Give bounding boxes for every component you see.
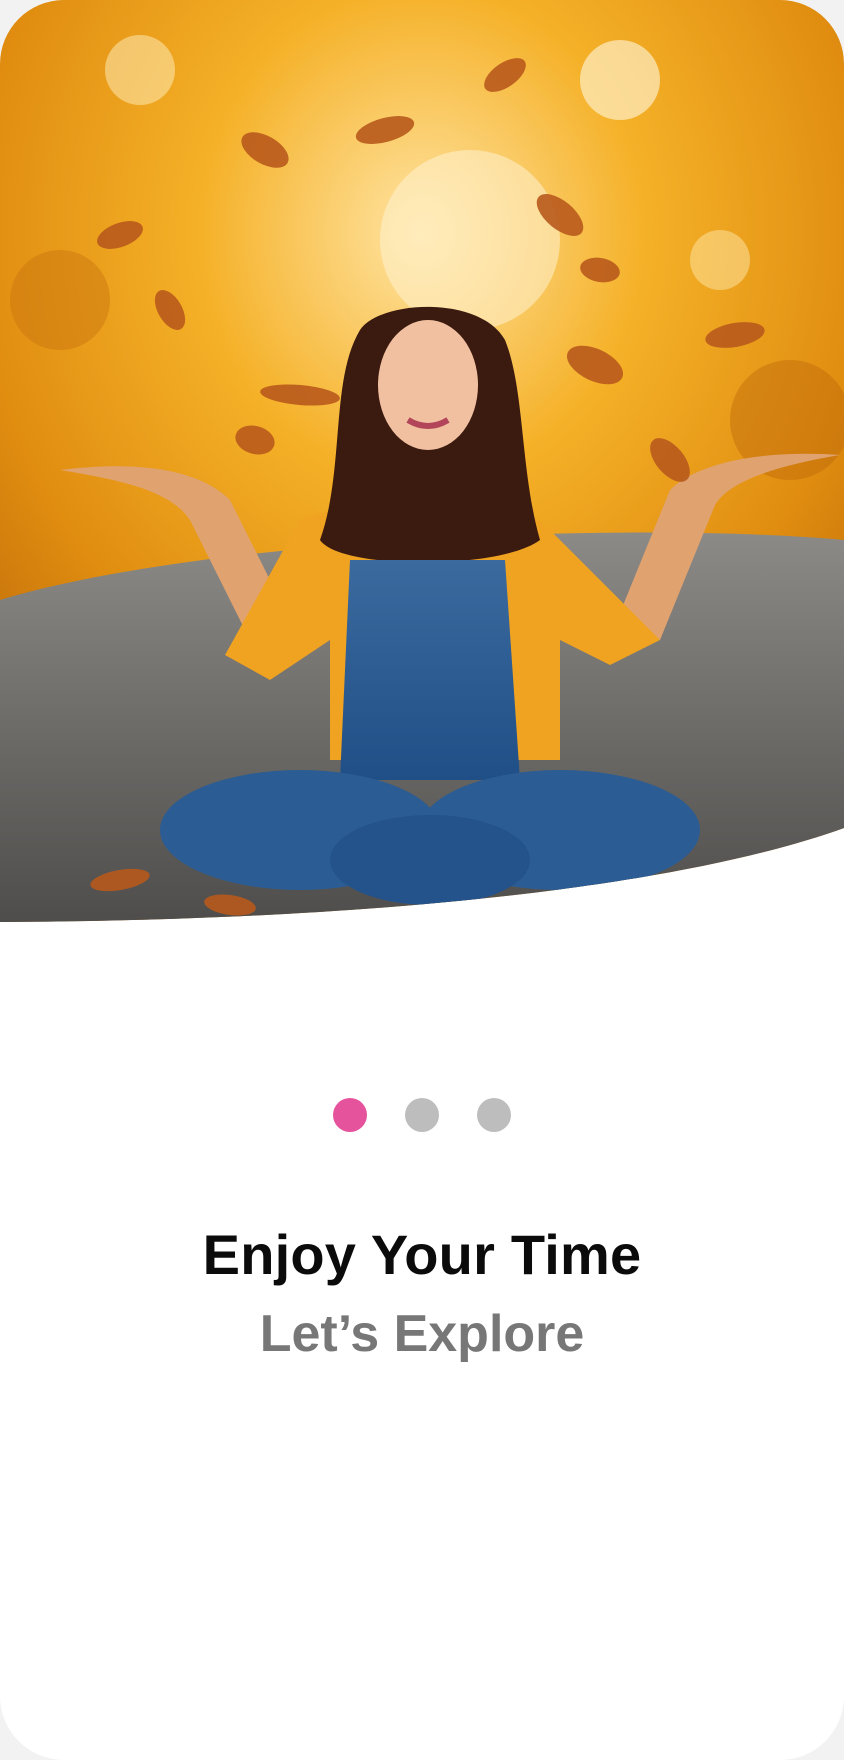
page-dot-1-active[interactable] (333, 1098, 367, 1132)
hero-image (0, 0, 844, 930)
hero-photo (0, 0, 844, 922)
onboarding-subtitle: Let’s Explore (259, 1305, 585, 1363)
onboarding-screen: Enjoy Your Time Let’s Explore (0, 0, 844, 1760)
onboarding-title: Enjoy Your Time (202, 1223, 642, 1286)
page-dot-2[interactable] (405, 1098, 439, 1132)
page-indicator (0, 1098, 844, 1132)
page-dot-3[interactable] (477, 1098, 511, 1132)
